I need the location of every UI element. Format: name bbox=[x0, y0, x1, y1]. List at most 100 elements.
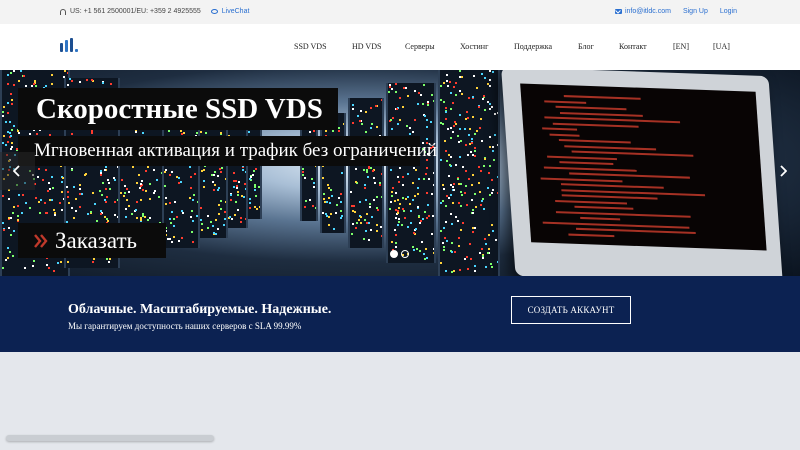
horizontal-scrollbar[interactable] bbox=[6, 435, 214, 441]
signup-link[interactable]: Sign Up bbox=[683, 8, 708, 15]
order-button[interactable]: Заказать bbox=[18, 223, 166, 258]
rack-led bbox=[395, 242, 397, 244]
rack-led bbox=[131, 213, 133, 215]
rack-led bbox=[183, 132, 185, 134]
rack-led bbox=[313, 182, 315, 184]
nav-item-contact[interactable]: Контакт bbox=[619, 42, 647, 51]
rack-led bbox=[31, 85, 33, 87]
rack-led bbox=[13, 125, 15, 127]
rack-led bbox=[136, 201, 138, 203]
rack-led bbox=[38, 201, 40, 203]
rack-led bbox=[495, 239, 497, 241]
slider-dot-2[interactable] bbox=[401, 250, 409, 258]
nav-item-servers[interactable]: Серверы bbox=[405, 42, 435, 51]
rack-led bbox=[142, 189, 144, 191]
livechat-link[interactable]: LiveChat bbox=[222, 8, 250, 15]
rack-led bbox=[165, 197, 167, 199]
rack-led bbox=[497, 176, 498, 178]
rack-led bbox=[37, 176, 39, 178]
rack-led bbox=[57, 262, 59, 264]
rack-led bbox=[125, 216, 127, 218]
create-account-button[interactable]: СОЗДАТЬ АККАУНТ bbox=[511, 296, 631, 324]
rack-led bbox=[142, 215, 144, 217]
nav-item-lang-en[interactable]: [EN] bbox=[673, 42, 689, 51]
rack-led bbox=[459, 128, 461, 130]
rack-led bbox=[460, 229, 462, 231]
rack-led bbox=[147, 219, 149, 221]
rack-led bbox=[313, 186, 315, 188]
rack-led bbox=[124, 192, 126, 194]
rack-led bbox=[446, 160, 448, 162]
rack-led bbox=[412, 246, 414, 248]
rack-led bbox=[364, 184, 366, 186]
rack-led bbox=[360, 222, 362, 224]
rack-led bbox=[457, 178, 459, 180]
slider-dot-1[interactable] bbox=[390, 250, 398, 258]
chat-icon[interactable] bbox=[210, 9, 218, 14]
rack-led bbox=[474, 227, 476, 229]
rack-led bbox=[492, 71, 494, 73]
rack-led bbox=[403, 87, 405, 89]
rack-led bbox=[355, 168, 357, 170]
code-line bbox=[555, 210, 691, 218]
nav-item-hd-vds[interactable]: HD VDS bbox=[352, 42, 381, 51]
rack-led bbox=[164, 185, 166, 187]
rack-led bbox=[397, 210, 399, 212]
rack-led bbox=[453, 125, 455, 127]
nav-item-ssd-vds[interactable]: SSD VDS bbox=[294, 42, 327, 51]
rack-led bbox=[465, 144, 467, 146]
rack-led bbox=[71, 133, 73, 135]
nav-item-hosting[interactable]: Хостинг bbox=[460, 42, 488, 51]
rack-led bbox=[235, 180, 237, 182]
rack-led bbox=[464, 258, 466, 260]
rack-led bbox=[480, 204, 482, 206]
slider-prev-button[interactable] bbox=[0, 152, 35, 190]
rack-led bbox=[445, 221, 447, 223]
rack-led bbox=[3, 106, 5, 108]
rack-led bbox=[217, 189, 219, 191]
nav-item-blog[interactable]: Блог bbox=[578, 42, 594, 51]
rack-led bbox=[86, 79, 88, 81]
rack-led bbox=[470, 258, 472, 260]
rack-led bbox=[472, 96, 474, 98]
rack-led bbox=[258, 186, 260, 188]
rack-led bbox=[443, 246, 445, 248]
rack-led bbox=[451, 242, 453, 244]
login-link[interactable]: Login bbox=[720, 8, 737, 15]
code-line bbox=[560, 183, 664, 189]
rack-led bbox=[311, 178, 313, 180]
rack-led bbox=[480, 170, 482, 172]
rack-led bbox=[35, 197, 37, 199]
rack-led bbox=[370, 107, 372, 109]
rack-led bbox=[457, 220, 459, 222]
rack-led bbox=[42, 179, 44, 181]
nav-item-lang-ua[interactable]: [UA] bbox=[713, 42, 730, 51]
rack-led bbox=[450, 127, 452, 129]
rack-led bbox=[8, 227, 10, 229]
rack-led bbox=[428, 178, 430, 180]
rack-led bbox=[389, 208, 391, 210]
rack-led bbox=[425, 173, 427, 175]
rack-led bbox=[366, 213, 368, 215]
rack-led bbox=[446, 74, 448, 76]
rack-led bbox=[182, 212, 184, 214]
rack-led bbox=[458, 237, 460, 239]
rack-led bbox=[376, 230, 378, 232]
rack-led bbox=[487, 101, 489, 103]
promo-banner: Облачные. Масштабируемые. Надежные. Мы г… bbox=[0, 276, 800, 352]
rack-led bbox=[354, 211, 356, 213]
rack-led bbox=[460, 191, 462, 193]
rack-led bbox=[338, 130, 340, 132]
slider-next-button[interactable] bbox=[766, 152, 800, 190]
nav-item-support[interactable]: Поддержка bbox=[514, 42, 552, 51]
rack-led bbox=[483, 165, 485, 167]
email-link[interactable]: info@itldc.com bbox=[625, 8, 671, 15]
rack-led bbox=[388, 91, 390, 93]
rack-led bbox=[212, 181, 214, 183]
rack-led bbox=[445, 150, 447, 152]
rack-led bbox=[145, 170, 147, 172]
rack-led bbox=[238, 181, 240, 183]
rack-led bbox=[71, 207, 73, 209]
rack-led bbox=[135, 209, 137, 211]
rack-led bbox=[363, 169, 365, 171]
